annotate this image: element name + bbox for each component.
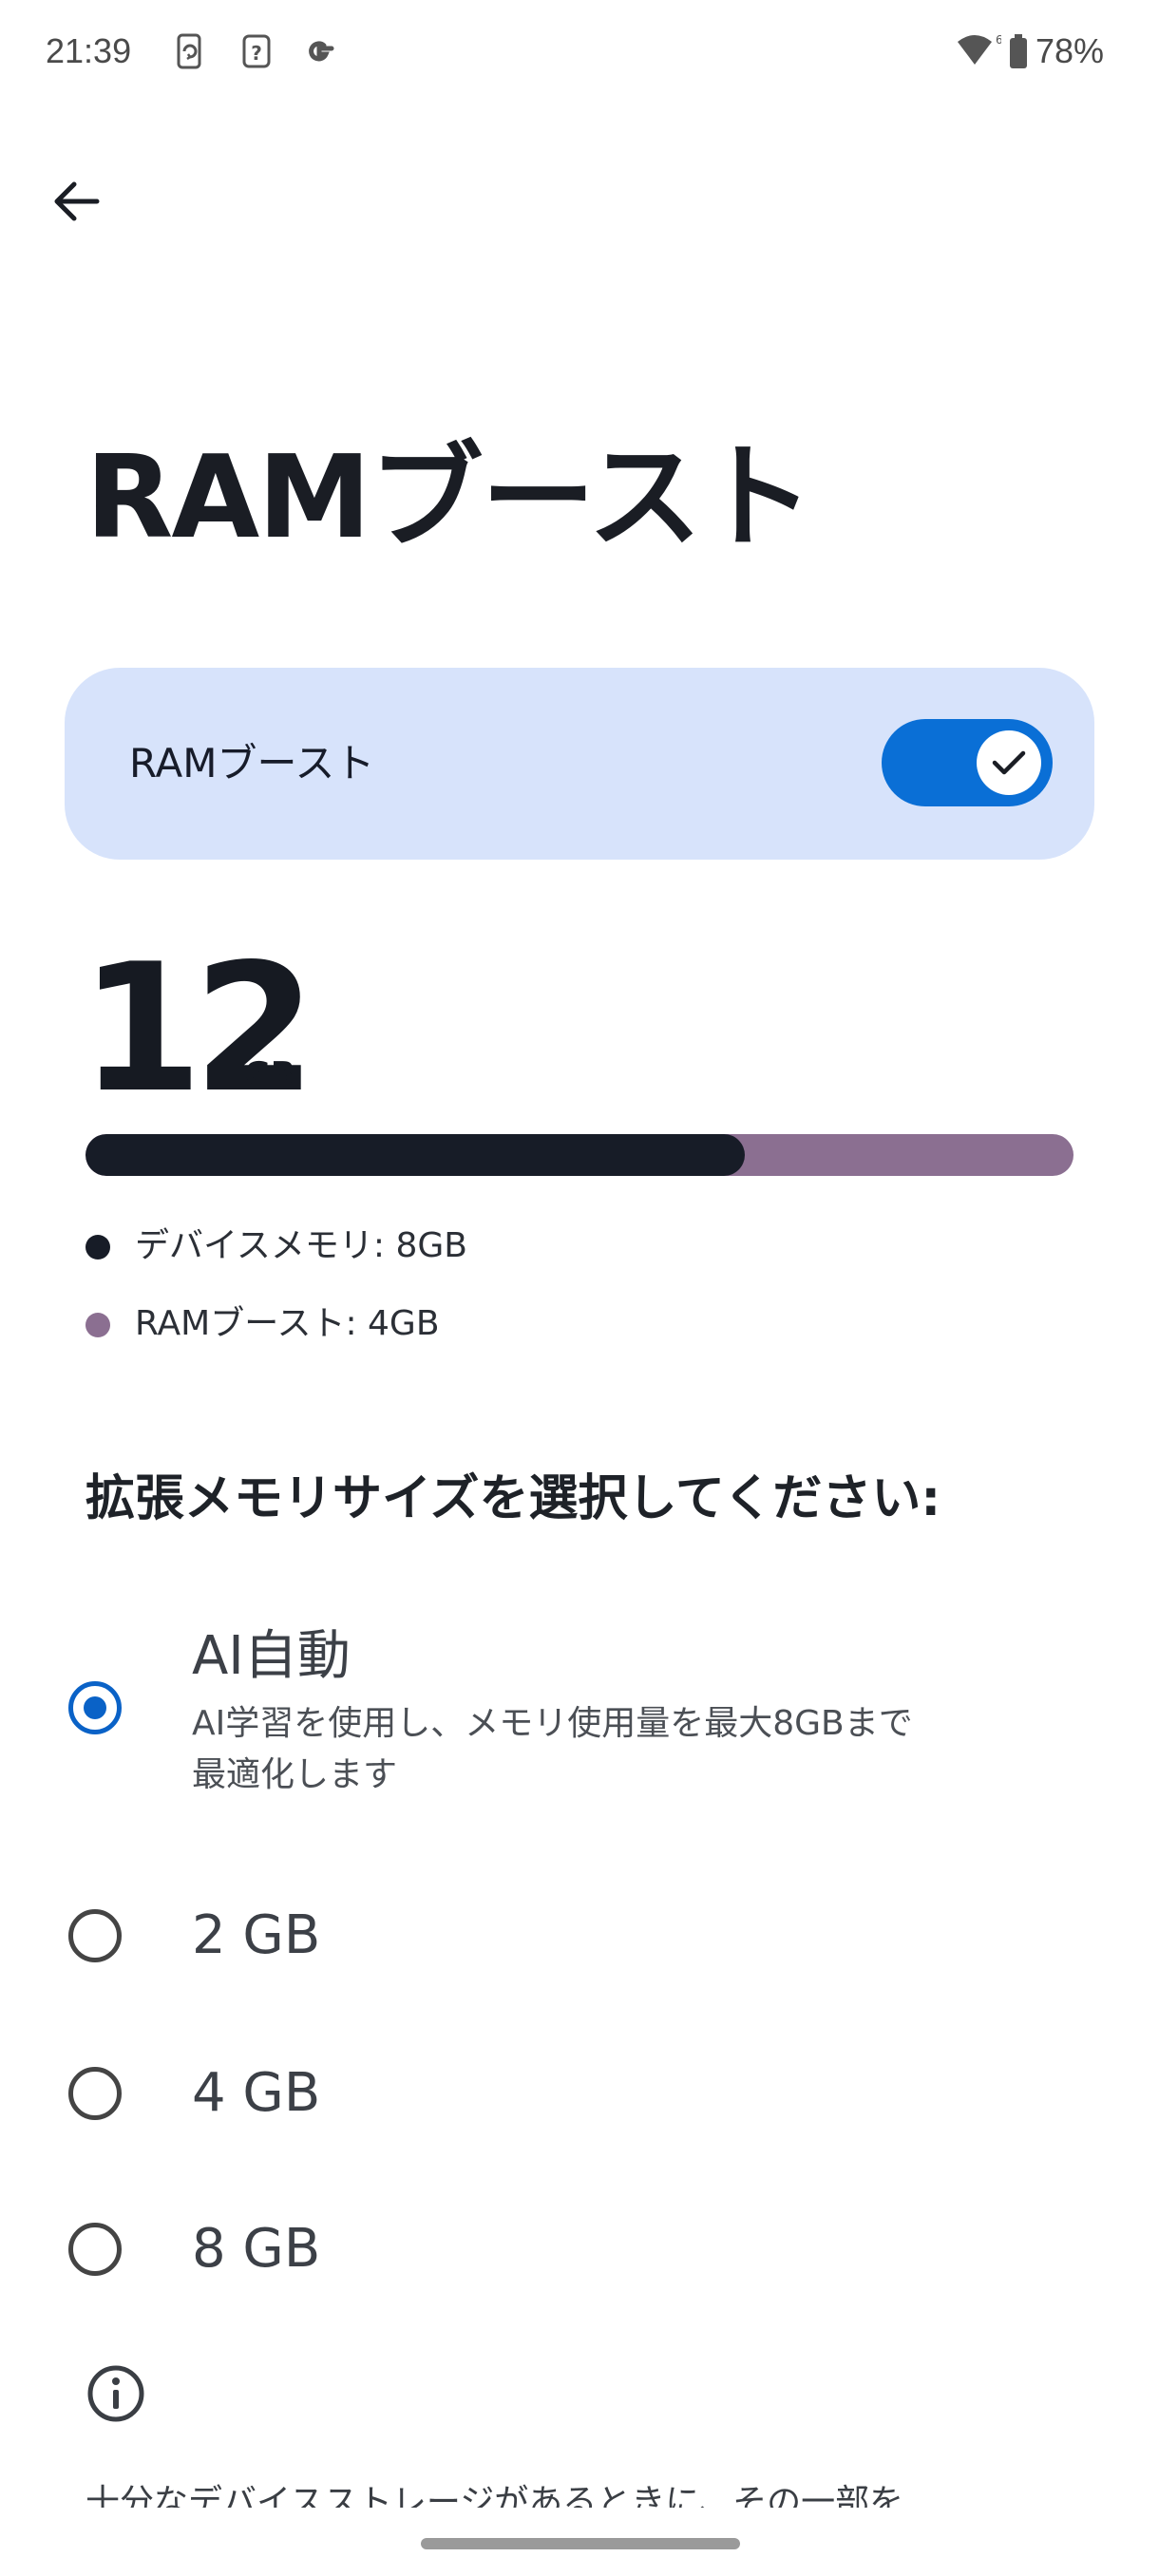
option-ai-auto-desc-line2: 最適化します	[192, 1755, 398, 1794]
status-time: 21:39	[46, 31, 132, 70]
option-ai-auto[interactable]: AI自動 AI学習を使用し、メモリ使用量を最大8GBまで 最適化します	[0, 1615, 1159, 1805]
total-memory-unit: GB	[244, 1055, 295, 1093]
radio-2gb[interactable]	[68, 1909, 122, 1962]
wifi-icon: 6	[954, 32, 1001, 70]
legend-dot-boost	[86, 1313, 110, 1337]
option-2gb-title: 2 GB	[192, 1904, 321, 1966]
ram-boost-toggle-card[interactable]: RAMブースト	[65, 668, 1094, 860]
phone-sync-icon	[171, 32, 209, 70]
option-4gb[interactable]: 4 GB	[0, 2036, 1159, 2150]
gesture-nav-handle[interactable]	[421, 2538, 740, 2549]
battery-icon	[1003, 32, 1034, 70]
page-title: RAMブースト	[86, 432, 814, 564]
battery-percent: 78%	[1036, 31, 1105, 70]
section-heading: 拡張メモリサイズを選択してください:	[86, 1470, 941, 1527]
option-2gb[interactable]: 2 GB	[0, 1879, 1159, 1993]
device-memory-segment	[86, 1134, 745, 1176]
radio-8gb[interactable]	[68, 2223, 122, 2276]
info-icon	[86, 2363, 146, 2424]
legend-ram-boost: RAMブースト: 4GB	[135, 1304, 440, 1343]
radio-4gb[interactable]	[68, 2067, 122, 2120]
back-button[interactable]	[38, 163, 114, 239]
option-8gb[interactable]: 8 GB	[0, 2192, 1159, 2306]
svg-text:6: 6	[996, 33, 1001, 47]
option-ai-auto-desc-line1: AI学習を使用し、メモリ使用量を最大8GBまで	[192, 1704, 913, 1743]
arrow-left-icon	[54, 181, 100, 221]
ram-boost-switch[interactable]	[882, 719, 1053, 806]
radio-ai-auto[interactable]	[68, 1681, 122, 1734]
check-icon	[992, 750, 1026, 775]
unknown-app-icon: ?	[238, 32, 276, 70]
legend-dot-device	[86, 1235, 110, 1260]
legend-device-memory: デバイスメモリ: 8GB	[135, 1226, 467, 1265]
memory-usage-bar	[86, 1134, 1074, 1176]
option-4gb-title: 4 GB	[192, 2062, 321, 2124]
svg-text:?: ?	[251, 42, 262, 65]
option-ai-auto-title: AI自動	[192, 1625, 351, 1687]
ram-boost-toggle-label: RAMブースト	[129, 740, 375, 786]
radio-selected-dot	[84, 1696, 106, 1719]
option-8gb-title: 8 GB	[192, 2218, 321, 2280]
switch-knob	[977, 730, 1041, 795]
google-icon	[300, 32, 338, 70]
